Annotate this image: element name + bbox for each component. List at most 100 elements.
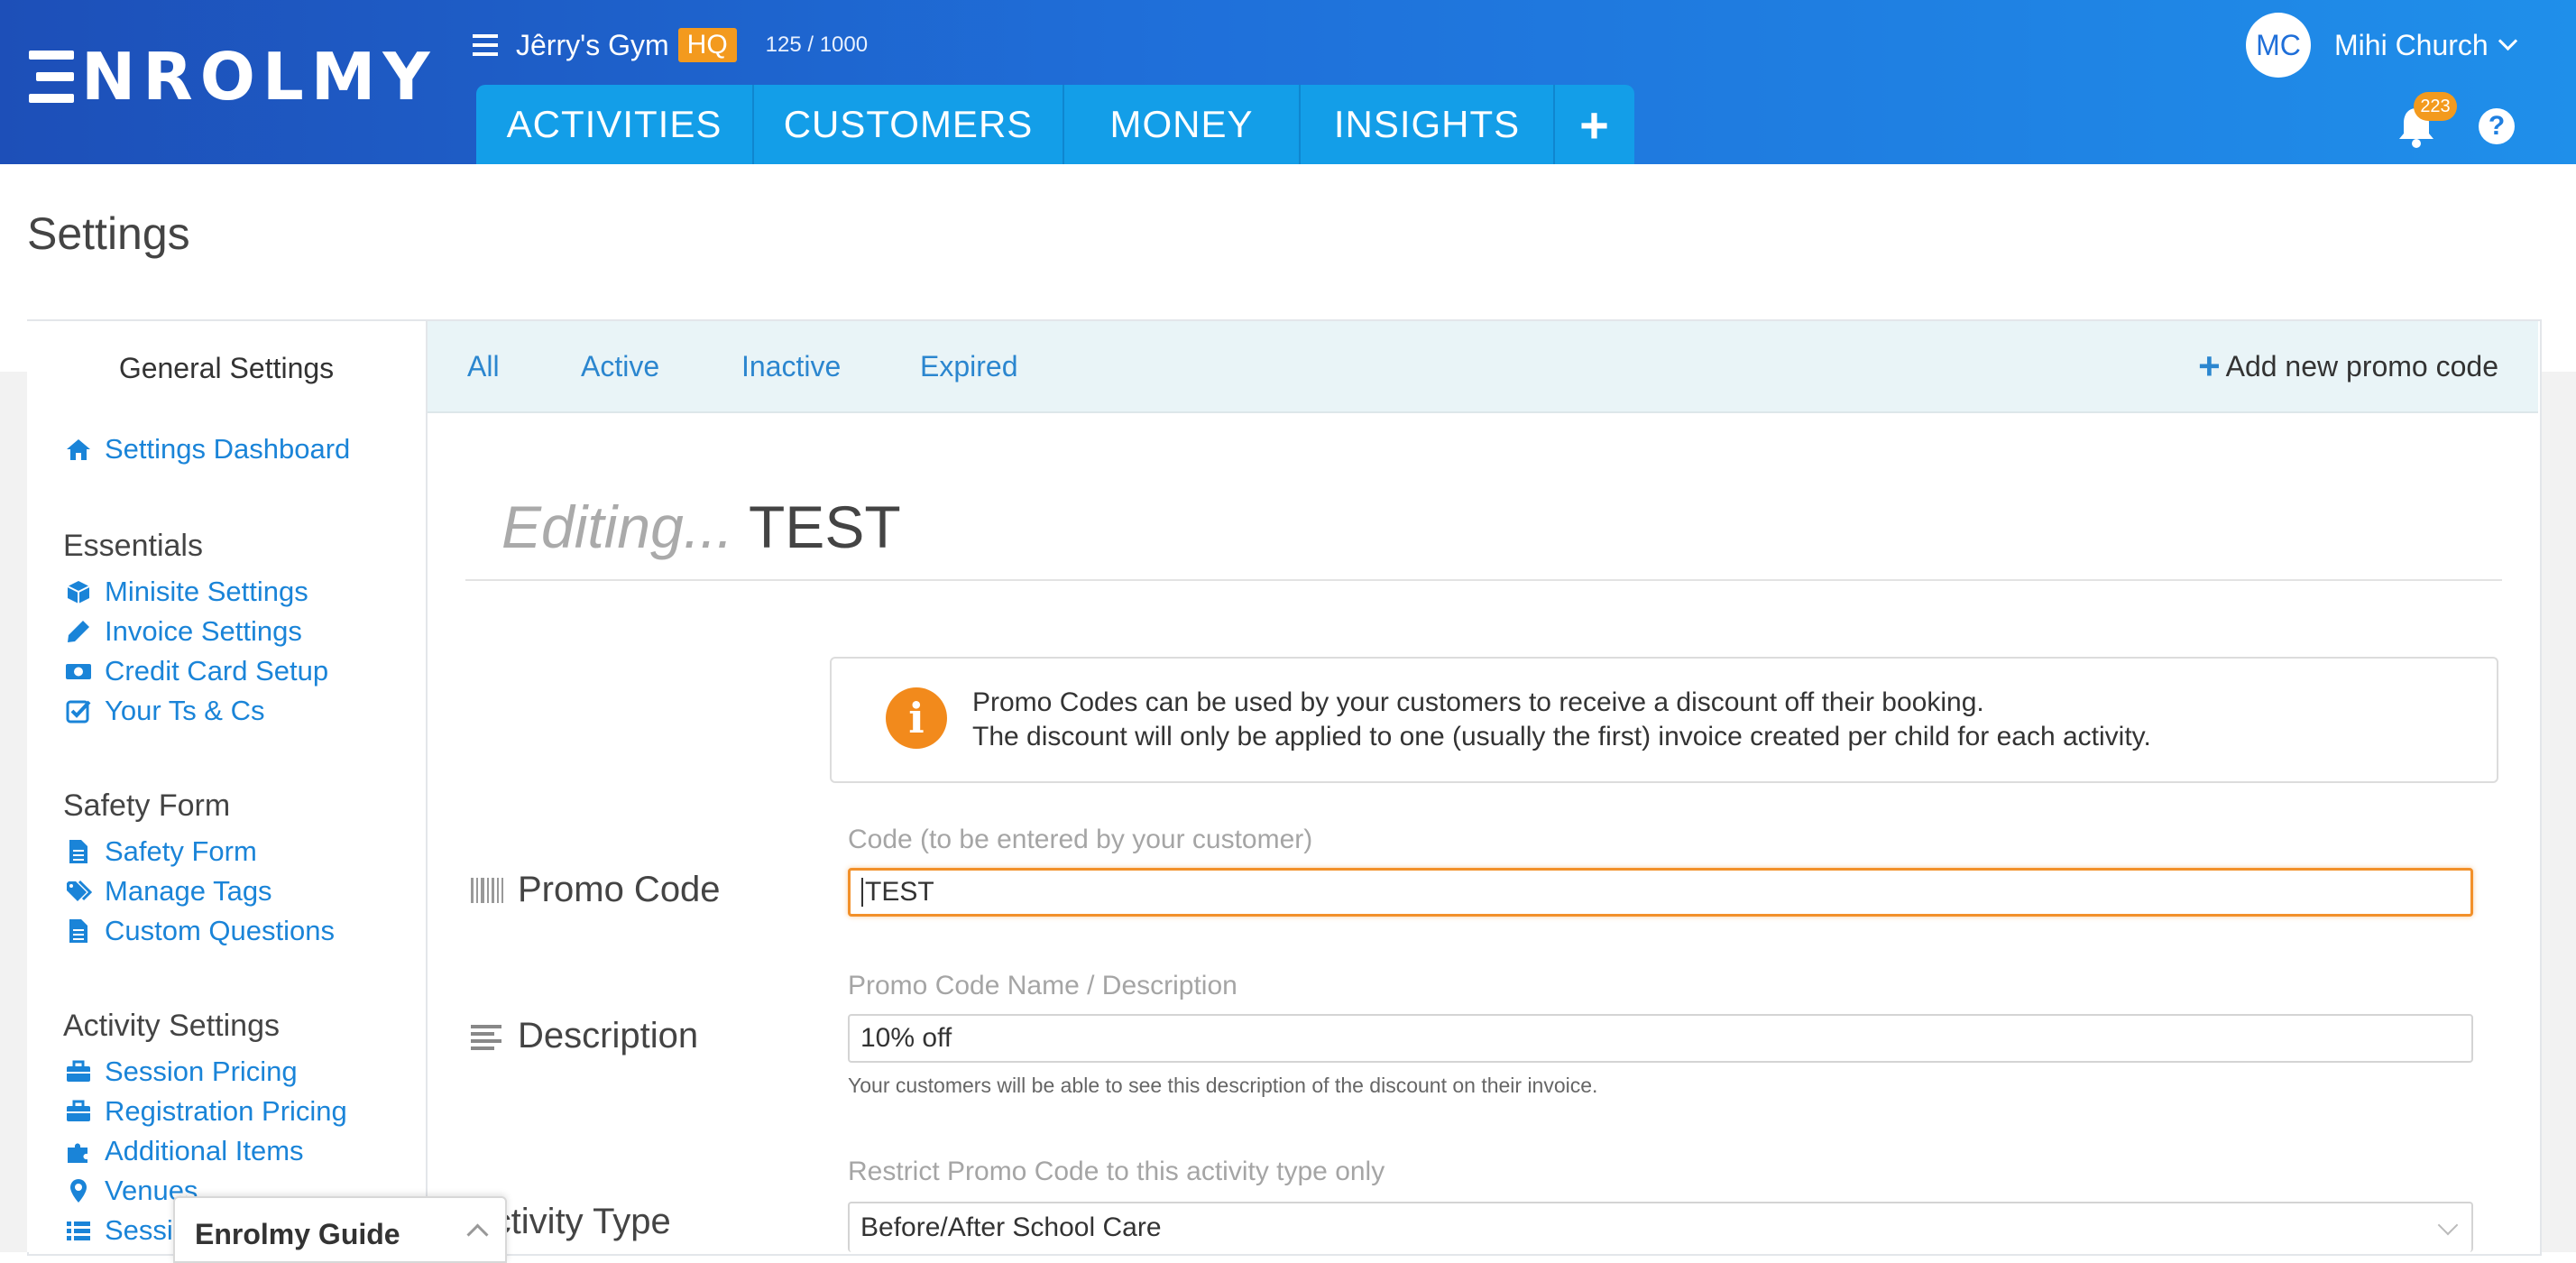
add-new-promo-code-button[interactable]: + Add new promo code	[2198, 321, 2498, 411]
activity-type-select[interactable]: Before/After School Care	[848, 1202, 2473, 1252]
tags-icon	[65, 878, 92, 905]
sidebar-item-registration-pricing[interactable]: Registration Pricing	[65, 1095, 347, 1128]
money-icon	[65, 658, 92, 685]
sidebar-item-label: Credit Card Setup	[105, 655, 329, 687]
sidebar-item-custom-questions[interactable]: Custom Questions	[65, 915, 335, 947]
avatar: MC	[2246, 13, 2311, 78]
tab-activities[interactable]: ACTIVITIES	[476, 85, 754, 164]
sidebar-item-invoice-settings[interactable]: Invoice Settings	[65, 615, 302, 648]
sidebar-item-your-ts-and-cs[interactable]: Your Ts & Cs	[65, 695, 264, 727]
customer-count: 125 / 1000	[765, 32, 869, 57]
barcode-icon	[469, 874, 505, 907]
help-icon[interactable]: ?	[2479, 108, 2515, 144]
briefcase-icon	[65, 1098, 92, 1125]
logo-e-glyph	[29, 51, 74, 103]
pencil-icon	[65, 618, 92, 645]
text-caret	[861, 878, 863, 907]
sidebar-item-label: Session Pricing	[105, 1056, 298, 1087]
tab-all[interactable]: All	[467, 321, 500, 411]
sidebar-item-label: Invoice Settings	[105, 615, 302, 647]
description-input[interactable]: 10% off	[848, 1014, 2473, 1063]
plus-icon: +	[1579, 96, 1610, 153]
promo-code-label-text: Promo Code	[518, 870, 721, 909]
organisation-name: Jêrry's Gym	[516, 28, 669, 61]
home-icon	[65, 436, 92, 463]
sidebar-group-activity-settings: Activity Settings	[63, 1009, 280, 1043]
sidebar-item-label: Registration Pricing	[105, 1095, 347, 1127]
info-line-1: Promo Codes can be used by your customer…	[972, 687, 1984, 717]
tab-inactive[interactable]: Inactive	[741, 321, 841, 411]
sidebar-item-label: Settings Dashboard	[105, 433, 351, 465]
cube-icon	[65, 578, 92, 605]
chevron-down-icon	[2437, 1214, 2459, 1236]
chevron-up-icon[interactable]	[466, 1223, 489, 1246]
description-label-text: Description	[518, 1016, 699, 1056]
settings-sidebar: General Settings Settings Dashboard Esse…	[27, 321, 428, 1252]
hamburger-menu-icon[interactable]	[473, 34, 498, 56]
user-name: Mihi Church	[2334, 28, 2489, 61]
description-help-text: Your customers will be able to see this …	[848, 1074, 1598, 1097]
description-caption: Promo Code Name / Description	[848, 971, 1237, 1000]
notification-count-badge: 223	[2414, 92, 2457, 121]
tab-expired[interactable]: Expired	[920, 321, 1018, 411]
tab-active[interactable]: Active	[581, 321, 659, 411]
page-title: Settings	[27, 208, 190, 259]
sidebar-item-label: Minisite Settings	[105, 576, 308, 607]
editing-prefix: Editing...	[501, 493, 733, 560]
sidebar-item-additional-items[interactable]: Additional Items	[65, 1135, 304, 1167]
promo-code-input[interactable]: TEST	[848, 868, 2473, 917]
chevron-down-icon	[2498, 31, 2517, 51]
promo-code-info-box: i Promo Codes can be used by your custom…	[830, 657, 2498, 783]
promo-code-value: TEST	[865, 877, 934, 907]
info-text: Promo Codes can be used by your customer…	[972, 686, 2151, 754]
puzzle-icon	[65, 1138, 92, 1165]
editing-heading: Editing... TEST	[501, 493, 901, 561]
sidebar-group-safety-form: Safety Form	[63, 788, 231, 823]
sidebar-item-safety-form[interactable]: Safety Form	[65, 835, 257, 868]
sidebar-item-label: Your Ts & Cs	[105, 695, 265, 726]
align-left-icon	[469, 1020, 505, 1053]
sidebar-item-session-pricing[interactable]: Session Pricing	[65, 1056, 298, 1088]
file-icon	[65, 917, 92, 945]
info-line-2: The discount will only be applied to one…	[972, 722, 2151, 751]
plus-icon: +	[2198, 345, 2221, 387]
sidebar-heading: General Settings	[118, 352, 335, 384]
add-new-promo-code-label: Add new promo code	[2225, 349, 2498, 383]
sidebar-item-label: Custom Questions	[105, 915, 335, 946]
main-nav-tabs: ACTIVITIES CUSTOMERS MONEY INSIGHTS +	[476, 85, 1634, 164]
guide-title: Enrolmy Guide	[195, 1218, 400, 1250]
briefcase-icon	[65, 1058, 92, 1085]
tab-insights[interactable]: INSIGHTS	[1301, 85, 1555, 164]
user-menu[interactable]: MC Mihi Church	[2246, 13, 2517, 78]
sidebar-item-label: Manage Tags	[105, 875, 272, 907]
sidebar-item-minisite-settings[interactable]: Minisite Settings	[65, 576, 308, 608]
sidebar-group-essentials: Essentials	[63, 529, 203, 563]
top-navigation-bar: NROLMY Jêrry's Gym HQ 125 / 1000 ACTIVIT…	[0, 0, 2576, 164]
info-icon: i	[886, 687, 947, 749]
map-marker-icon	[65, 1177, 92, 1204]
sidebar-item-manage-tags[interactable]: Manage Tags	[65, 875, 272, 908]
add-tab-button[interactable]: +	[1555, 85, 1634, 164]
tab-money[interactable]: MONEY	[1064, 85, 1301, 164]
description-label: Description	[469, 1016, 698, 1056]
promo-code-title: TEST	[748, 493, 901, 560]
enrolmy-guide-widget[interactable]: Enrolmy Guide	[173, 1196, 507, 1263]
organisation-switcher[interactable]: Jêrry's Gym HQ 125 / 1000	[473, 25, 868, 65]
check-square-icon	[65, 697, 92, 724]
promo-code-caption: Code (to be entered by your customer)	[848, 825, 1313, 854]
sidebar-item-settings-dashboard[interactable]: Settings Dashboard	[65, 433, 350, 466]
promo-code-filter-tabs: All Active Inactive Expired + Add new pr…	[428, 321, 2538, 413]
sidebar-item-credit-card-setup[interactable]: Credit Card Setup	[65, 655, 328, 687]
hq-badge: HQ	[677, 28, 737, 62]
enrolmy-logo[interactable]: NROLMY	[29, 39, 437, 115]
file-icon	[65, 838, 92, 865]
activity-type-caption: Restrict Promo Code to this activity typ…	[848, 1157, 1385, 1186]
promo-code-label: Promo Code	[469, 870, 721, 910]
tab-customers[interactable]: CUSTOMERS	[754, 85, 1064, 164]
list-icon	[65, 1217, 92, 1244]
activity-type-value: Before/After School Care	[860, 1212, 1162, 1242]
logo-text: NROLMY	[81, 39, 437, 115]
divider	[465, 579, 2502, 581]
sidebar-item-label: Additional Items	[105, 1135, 304, 1166]
sidebar-item-label: Safety Form	[105, 835, 257, 867]
